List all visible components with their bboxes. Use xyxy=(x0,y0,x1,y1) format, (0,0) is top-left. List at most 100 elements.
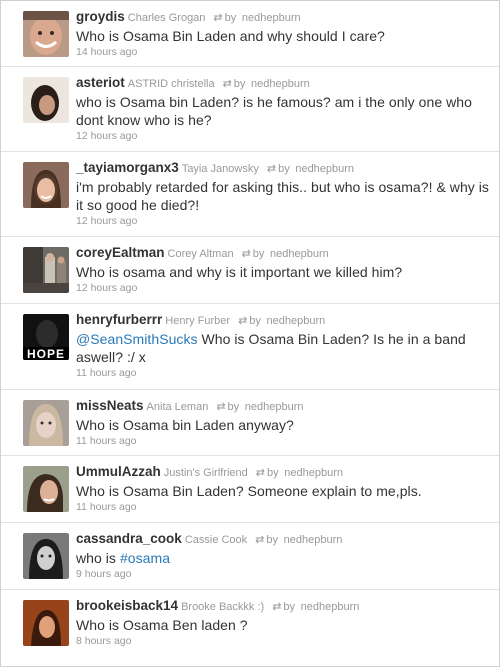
timestamp-link[interactable]: 12 hours ago xyxy=(76,130,491,142)
retweeted-by-user[interactable]: nedhepburn xyxy=(245,401,304,413)
timestamp-link[interactable]: 11 hours ago xyxy=(76,501,491,513)
tweet-text: who is Osama bin Laden? is he famous? am… xyxy=(76,93,491,129)
username-link[interactable]: asteriot xyxy=(76,75,125,90)
tweet: UmmulAzzah Justin's Girlfriend ⇄ by nedhepb… xyxy=(1,456,499,523)
tweet-text-pre: Who is Osama Ben laden ? xyxy=(76,617,248,633)
retweeted-by-user[interactable]: nedhepburn xyxy=(284,467,343,479)
hashtag-link[interactable]: #osama xyxy=(120,550,170,566)
avatar-woman-smiling[interactable] xyxy=(23,162,69,208)
timestamp-link[interactable]: 8 hours ago xyxy=(76,635,491,647)
avatar-woman-dark-hair[interactable] xyxy=(23,77,69,123)
timestamp-link[interactable]: 9 hours ago xyxy=(76,568,491,580)
full-name: Justin's Girlfriend xyxy=(163,467,248,479)
timestamp-link[interactable]: 14 hours ago xyxy=(76,46,491,58)
tweet: cassandra_cook Cassie Cook ⇄ by nedhepburn … xyxy=(1,523,499,590)
retweet-icon: ⇄ xyxy=(266,163,277,175)
tweet-header: asteriot ASTRID christella ⇄ by nedhepburn xyxy=(76,75,491,92)
retweet-by-label: by xyxy=(278,163,290,175)
full-name: Brooke Backkk :) xyxy=(181,601,265,613)
tweet-header: UmmulAzzah Justin's Girlfriend ⇄ by nedhepb… xyxy=(76,464,491,481)
username-link[interactable]: _tayiamorganx3 xyxy=(76,160,179,175)
avatar-woman-side[interactable] xyxy=(23,466,69,512)
full-name: Charles Grogan xyxy=(127,12,206,24)
retweeted-by-user[interactable]: nedhepburn xyxy=(267,315,326,327)
retweet-by-label: by xyxy=(224,12,237,24)
tweet-text-pre: Who is osama and why is it important we … xyxy=(76,264,403,280)
avatar-hope-poster[interactable]: HOPE xyxy=(23,314,69,360)
retweeted-by-user[interactable]: nedhepburn xyxy=(284,534,343,546)
avatar-woman-bw[interactable] xyxy=(23,533,69,579)
mention-link[interactable]: @SeanSmithSucks xyxy=(76,331,198,347)
tweet: HOPE henryfurberrr Henry Furber ⇄ by nedhep… xyxy=(1,304,499,390)
tweet-text: Who is Osama Bin Laden? Someone explain … xyxy=(76,482,491,500)
retweeted-by-user[interactable]: nedhepburn xyxy=(270,248,329,260)
retweet-icon: ⇄ xyxy=(255,467,265,479)
tweet-header: coreyEaltman Corey Altman ⇄ by nedhepburn xyxy=(76,245,491,262)
retweeted-by-user[interactable]: nedhepburn xyxy=(251,78,310,90)
username-link[interactable]: brookeisback14 xyxy=(76,598,178,613)
username-link[interactable]: coreyEaltman xyxy=(76,245,165,260)
full-name: Anita Leman xyxy=(146,401,209,413)
retweet-by-label: by xyxy=(266,534,279,546)
username-link[interactable]: cassandra_cook xyxy=(76,531,182,546)
tweet-text-pre: Who is Osama Bin Laden? Someone explain … xyxy=(76,483,422,499)
username-link[interactable]: UmmulAzzah xyxy=(76,464,161,479)
full-name: Tayia Janowsky xyxy=(181,163,259,175)
tweet-text-pre: who is xyxy=(76,550,120,566)
avatar-woman-blonde[interactable] xyxy=(23,400,69,446)
timestamp-link[interactable]: 12 hours ago xyxy=(76,282,491,294)
retweeted-by-user[interactable]: nedhepburn xyxy=(242,12,301,24)
timeline: groydis Charles Grogan ⇄ by nedhepburn Who … xyxy=(0,0,500,667)
tweet-text: Who is Osama Bin Laden and why should I … xyxy=(76,27,491,45)
tweet: groydis Charles Grogan ⇄ by nedhepburn Who … xyxy=(1,1,499,67)
tweet-text-pre: who is Osama bin Laden? is he famous? am… xyxy=(76,94,472,128)
retweet-icon: ⇄ xyxy=(255,534,265,546)
username-link[interactable]: groydis xyxy=(76,9,125,24)
timestamp-link[interactable]: 12 hours ago xyxy=(76,215,491,227)
retweet-by-label: by xyxy=(252,248,265,260)
tweet-text-pre: i'm probably retarded for asking this.. … xyxy=(76,179,489,213)
timestamp-link[interactable]: 11 hours ago xyxy=(76,367,491,379)
tweet: _tayiamorganx3 Tayia Janowsky ⇄ by nedhepbu… xyxy=(1,152,499,237)
retweeted-by-user[interactable]: nedhepburn xyxy=(301,601,360,613)
retweet-icon: ⇄ xyxy=(216,401,226,413)
avatar-woman-orange[interactable] xyxy=(23,600,69,646)
tweet-header: brookeisback14 Brooke Backkk :) ⇄ by nedhep… xyxy=(76,598,491,615)
retweet-by-label: by xyxy=(249,315,261,327)
tweet-header: groydis Charles Grogan ⇄ by nedhepburn xyxy=(76,9,491,26)
full-name: Henry Furber xyxy=(165,315,231,327)
tweet: coreyEaltman Corey Altman ⇄ by nedhepburn W… xyxy=(1,237,499,304)
tweet-text: @SeanSmithSucks Who is Osama Bin Laden? … xyxy=(76,330,491,366)
tweet-header: henryfurberrr Henry Furber ⇄ by nedhepburn xyxy=(76,312,491,329)
retweet-icon: ⇄ xyxy=(213,12,223,24)
username-link[interactable]: missNeats xyxy=(76,398,144,413)
tweet-header: cassandra_cook Cassie Cook ⇄ by nedhepburn xyxy=(76,531,491,548)
tweet-text: Who is osama and why is it important we … xyxy=(76,263,491,281)
tweet-header: missNeats Anita Leman ⇄ by nedhepburn xyxy=(76,398,491,415)
tweet: asteriot ASTRID christella ⇄ by nedhepburn … xyxy=(1,67,499,152)
retweet-by-label: by xyxy=(227,401,240,413)
avatar-hope-text: HOPE xyxy=(27,347,65,360)
full-name: ASTRID christella xyxy=(127,78,215,90)
timestamp-link[interactable]: 11 hours ago xyxy=(76,435,491,447)
retweet-by-label: by xyxy=(233,78,246,90)
retweet-icon: ⇄ xyxy=(241,248,251,260)
retweet-icon: ⇄ xyxy=(238,315,248,327)
full-name: Cassie Cook xyxy=(184,534,248,546)
tweet: brookeisback14 Brooke Backkk :) ⇄ by nedhep… xyxy=(1,590,499,656)
tweet-text: i'm probably retarded for asking this.. … xyxy=(76,178,491,214)
tweet-text: Who is Osama bin Laden anyway? xyxy=(76,416,491,434)
retweet-icon: ⇄ xyxy=(272,601,282,613)
tweet-header: _tayiamorganx3 Tayia Janowsky ⇄ by nedhepbu… xyxy=(76,160,491,177)
tweet-text-pre: Who is Osama Bin Laden and why should I … xyxy=(76,28,385,44)
retweet-icon: ⇄ xyxy=(222,78,232,90)
full-name: Corey Altman xyxy=(167,248,234,260)
retweet-by-label: by xyxy=(283,601,296,613)
retweet-by-label: by xyxy=(267,467,279,479)
avatar-man-smiling[interactable] xyxy=(23,11,69,57)
retweeted-by-user[interactable]: nedhepburn xyxy=(295,163,354,175)
avatar-group-stairs[interactable] xyxy=(23,247,69,293)
tweet-text: who is #osama xyxy=(76,549,491,567)
username-link[interactable]: henryfurberrr xyxy=(76,312,162,327)
tweet-text-pre: Who is Osama bin Laden anyway? xyxy=(76,417,294,433)
